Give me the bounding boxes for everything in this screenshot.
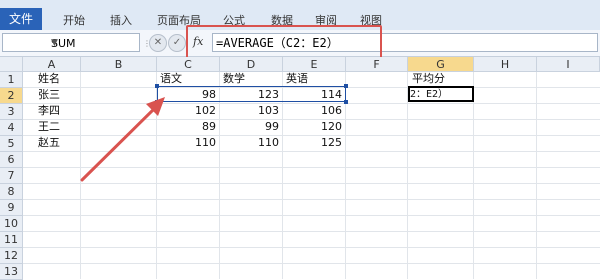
annotation-arrow-icon [80,97,165,182]
